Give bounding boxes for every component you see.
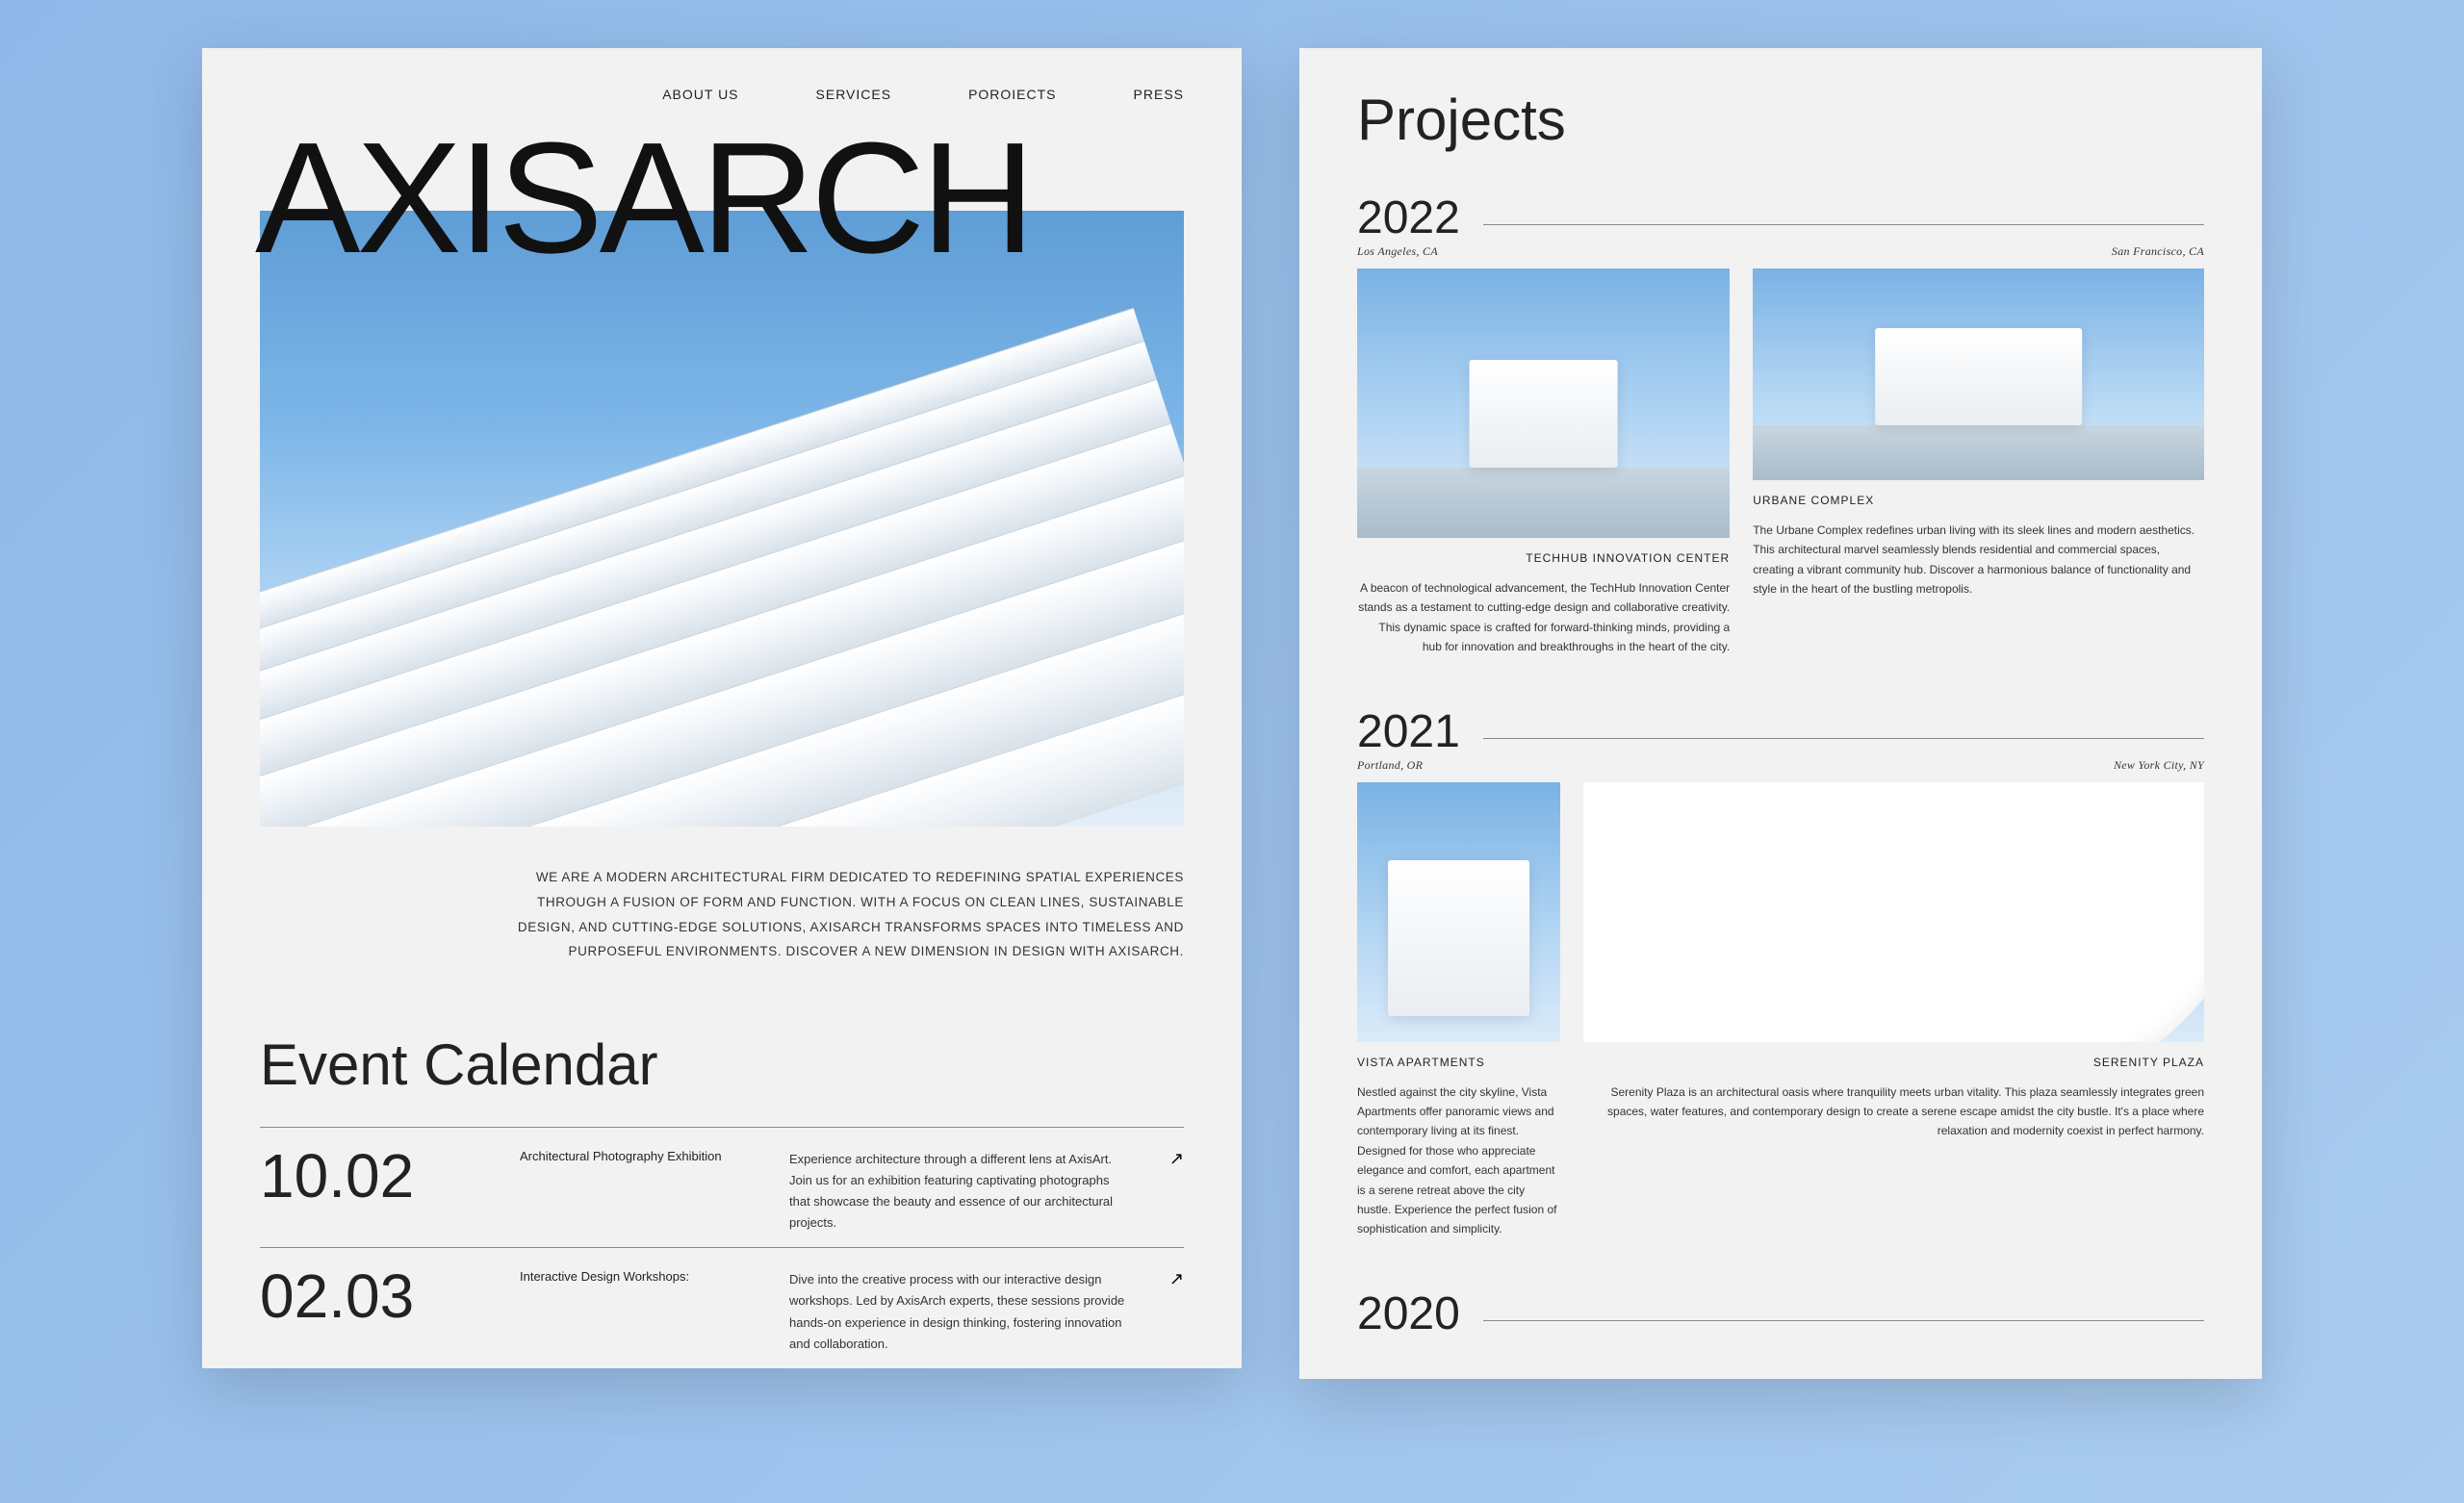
nav-services[interactable]: SERVICES — [816, 87, 892, 102]
project-location: Los Angeles, CA — [1357, 244, 1730, 259]
projects-heading: Projects — [1357, 87, 2204, 153]
project-row: Portland, OR VISTA APARTMENTS Nestled ag… — [1357, 758, 2204, 1239]
event-row[interactable]: 02.03 Interactive Design Workshops: Dive… — [260, 1247, 1184, 1367]
arrow-icon[interactable]: ↗ — [1136, 1145, 1184, 1169]
event-desc: Experience architecture through a differ… — [789, 1145, 1126, 1234]
project-location: New York City, NY — [1583, 758, 2204, 773]
nav-press[interactable]: PRESS — [1134, 87, 1184, 102]
brand-wordmark: AXISARCH — [255, 131, 1184, 265]
hero: AXISARCH — [202, 131, 1242, 827]
events-heading: Event Calendar — [202, 1032, 1242, 1127]
project-title: VISTA APARTMENTS — [1357, 1056, 1560, 1069]
event-desc: Dive into the creative process with our … — [789, 1265, 1126, 1354]
project-location: Portland, OR — [1357, 758, 1560, 773]
year-label: 2022 — [1357, 191, 1460, 244]
project-desc: Nestled against the city skyline, Vista … — [1357, 1083, 1560, 1239]
project-location: San Francisco, CA — [1753, 244, 2204, 259]
year-divider: 2022 — [1357, 191, 2204, 244]
nav-about[interactable]: ABOUT US — [662, 87, 738, 102]
project-desc: Serenity Plaza is an architectural oasis… — [1583, 1083, 2204, 1141]
project-desc: A beacon of technological advancement, t… — [1357, 578, 1730, 657]
nav-projects[interactable]: POROIECTS — [968, 87, 1056, 102]
project-card[interactable]: San Francisco, CA URBANE COMPLEX The Urb… — [1753, 244, 2204, 657]
project-title: SERENITY PLAZA — [1583, 1056, 2204, 1069]
project-image — [1583, 782, 2204, 1042]
event-date: 02.03 — [260, 1265, 510, 1327]
project-card[interactable]: New York City, NY SERENITY PLAZA Serenit… — [1583, 758, 2204, 1239]
event-name: Interactive Design Workshops: — [520, 1265, 780, 1284]
intro-copy: WE ARE A MODERN ARCHITECTURAL FIRM DEDIC… — [202, 827, 1242, 1032]
event-row[interactable]: 10.02 Architectural Photography Exhibiti… — [260, 1127, 1184, 1247]
project-card[interactable]: Portland, OR VISTA APARTMENTS Nestled ag… — [1357, 758, 1560, 1239]
project-image — [1357, 782, 1560, 1042]
project-title: TECHHUB INNOVATION CENTER — [1357, 551, 1730, 565]
year-label: 2020 — [1357, 1287, 1460, 1340]
year-divider: 2021 — [1357, 705, 2204, 758]
project-card[interactable]: Los Angeles, CA TECHHUB INNOVATION CENTE… — [1357, 244, 1730, 657]
event-date: 10.02 — [260, 1145, 510, 1207]
project-image — [1753, 268, 2204, 480]
project-row: Los Angeles, CA TECHHUB INNOVATION CENTE… — [1357, 244, 2204, 657]
events-list: 10.02 Architectural Photography Exhibiti… — [202, 1127, 1242, 1368]
year-divider: 2020 — [1357, 1287, 2204, 1340]
hero-image — [260, 211, 1184, 827]
project-title: URBANE COMPLEX — [1753, 494, 2204, 507]
arrow-icon[interactable]: ↗ — [1136, 1265, 1184, 1289]
landing-panel: ABOUT US SERVICES POROIECTS PRESS AXISAR… — [202, 48, 1242, 1368]
project-desc: The Urbane Complex redefines urban livin… — [1753, 521, 2204, 599]
project-image — [1357, 268, 1730, 538]
year-label: 2021 — [1357, 705, 1460, 758]
event-name: Architectural Photography Exhibition — [520, 1145, 780, 1163]
projects-panel: Projects 2022 Los Angeles, CA TECHHUB IN… — [1299, 48, 2262, 1379]
